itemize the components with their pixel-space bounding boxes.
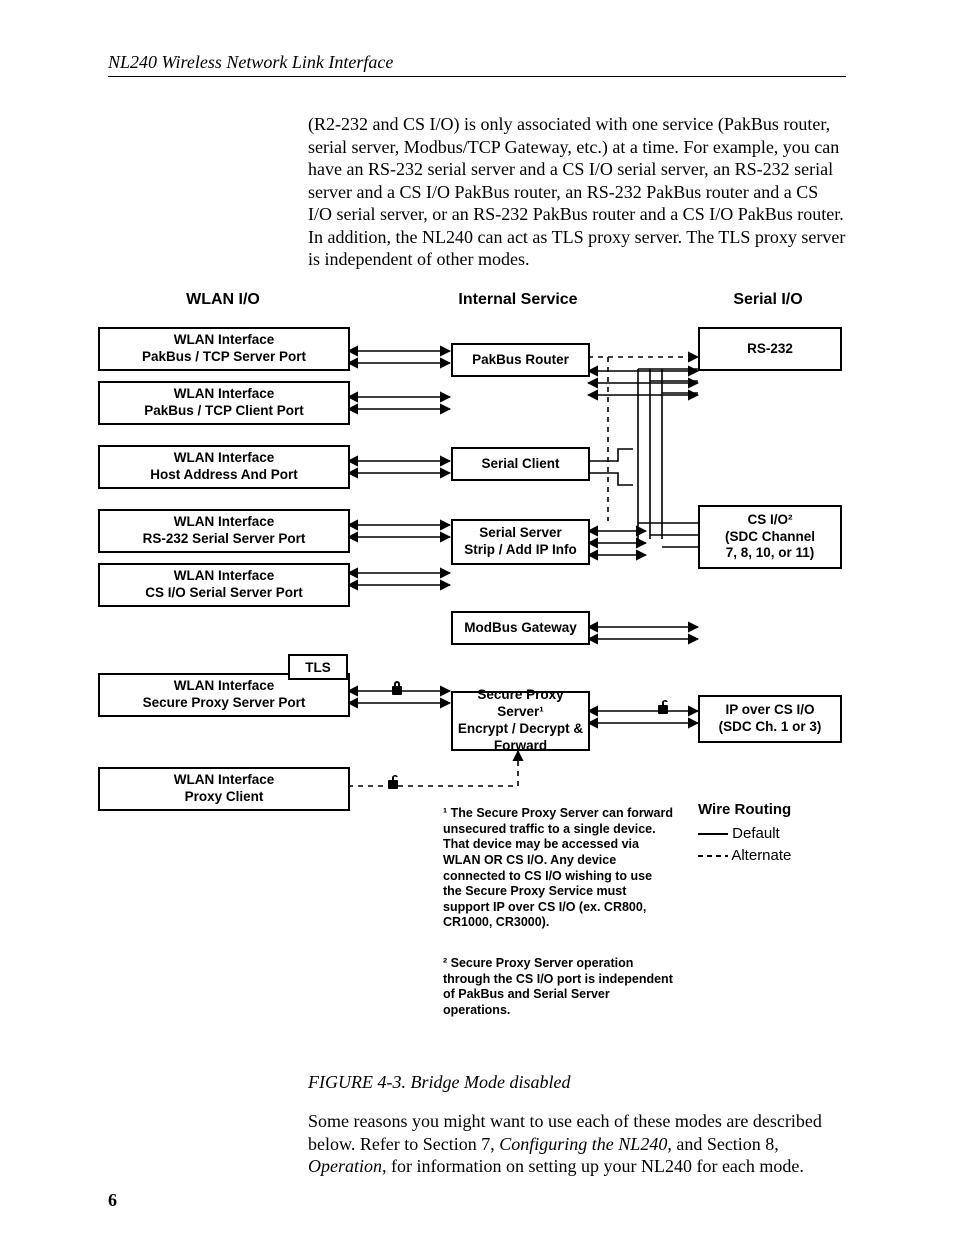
line: CS I/O² <box>747 512 792 529</box>
line: Proxy Client <box>185 789 264 806</box>
footnote-2: ² Secure Proxy Server operation through … <box>443 956 673 1019</box>
line: PakBus / TCP Server Port <box>142 349 306 366</box>
line: Host Address And Port <box>150 467 298 484</box>
line: IP over CS I/O <box>725 702 814 719</box>
text: , for information on setting up your NL2… <box>382 1156 804 1176</box>
figure-caption: FIGURE 4-3. Bridge Mode disabled <box>308 1072 846 1093</box>
line: Secure Proxy Server¹ <box>453 687 588 721</box>
line: RS-232 Serial Server Port <box>143 531 306 548</box>
box-secure-proxy-server: Secure Proxy Server¹ Encrypt / Decrypt &… <box>451 691 590 751</box>
box-modbus-gateway: ModBus Gateway <box>451 611 590 645</box>
box-wlan-csio-server: WLAN Interface CS I/O Serial Server Port <box>98 563 350 607</box>
line: Strip / Add IP Info <box>464 542 577 559</box>
line: WLAN Interface <box>174 450 275 467</box>
legend-alternate: Alternate <box>698 847 791 864</box>
line: Serial Server <box>479 525 562 542</box>
tls-tab: TLS <box>288 654 348 680</box>
box-serial-client: Serial Client <box>451 447 590 481</box>
body-paragraph-2: Some reasons you might want to use each … <box>308 1110 846 1178</box>
line: (SDC Channel <box>725 529 815 546</box>
col-head-internal: Internal Service <box>458 291 578 309</box>
line: WLAN Interface <box>174 772 275 789</box>
box-wlan-host-addr: WLAN Interface Host Address And Port <box>98 445 350 489</box>
box-rs232: RS-232 <box>698 327 842 371</box>
line: Encrypt / Decrypt & <box>458 721 583 738</box>
line: 7, 8, 10, or 11) <box>726 545 815 562</box>
legend-title: Wire Routing <box>698 801 791 818</box>
line: WLAN Interface <box>174 514 275 531</box>
footnote-1: ¹ The Secure Proxy Server can forward un… <box>443 806 673 931</box>
header-rule <box>108 76 846 77</box>
box-wlan-pakbus-client: WLAN Interface PakBus / TCP Client Port <box>98 381 350 425</box>
text-italic: Operation <box>308 1156 382 1176</box>
box-wlan-pakbus-server: WLAN Interface PakBus / TCP Server Port <box>98 327 350 371</box>
line: Forward <box>494 738 547 755</box>
col-head-serial: Serial I/O <box>708 291 828 309</box>
legend-alternate-label: Alternate <box>731 847 791 864</box>
box-ip-over-csio: IP over CS I/O (SDC Ch. 1 or 3) <box>698 695 842 743</box>
box-wlan-rs232-server: WLAN Interface RS-232 Serial Server Port <box>98 509 350 553</box>
running-head: NL240 Wireless Network Link Interface <box>108 52 393 73</box>
line: (SDC Ch. 1 or 3) <box>719 719 822 736</box>
lock-icon <box>390 680 404 696</box>
line: WLAN Interface <box>174 678 275 695</box>
body-paragraph-1: (R2-232 and CS I/O) is only associated w… <box>308 113 846 271</box>
box-pakbus-router: PakBus Router <box>451 343 590 377</box>
box-wlan-proxy-client: WLAN Interface Proxy Client <box>98 767 350 811</box>
page-number: 6 <box>108 1190 117 1211</box>
text-italic: Configuring the NL240 <box>499 1134 667 1154</box>
legend-default: Default <box>698 825 780 842</box>
legend-default-label: Default <box>732 825 780 842</box>
col-head-wlan: WLAN I/O <box>148 291 298 309</box>
box-serial-server: Serial Server Strip / Add IP Info <box>451 519 590 565</box>
text: , and Section 8, <box>667 1134 778 1154</box>
col-head-internal-text: Internal Service <box>458 291 577 308</box>
open-lock-icon <box>656 699 670 715</box>
line: WLAN Interface <box>174 568 275 585</box>
line: PakBus / TCP Client Port <box>144 403 304 420</box>
open-lock-icon <box>386 774 400 790</box>
line: Secure Proxy Server Port <box>143 695 306 712</box>
line: CS I/O Serial Server Port <box>145 585 303 602</box>
figure-diagram: WLAN I/O Internal Service Serial I/O WLA… <box>98 291 858 1051</box>
line: WLAN Interface <box>174 332 275 349</box>
line: WLAN Interface <box>174 386 275 403</box>
box-csio: CS I/O² (SDC Channel 7, 8, 10, or 11) <box>698 505 842 569</box>
